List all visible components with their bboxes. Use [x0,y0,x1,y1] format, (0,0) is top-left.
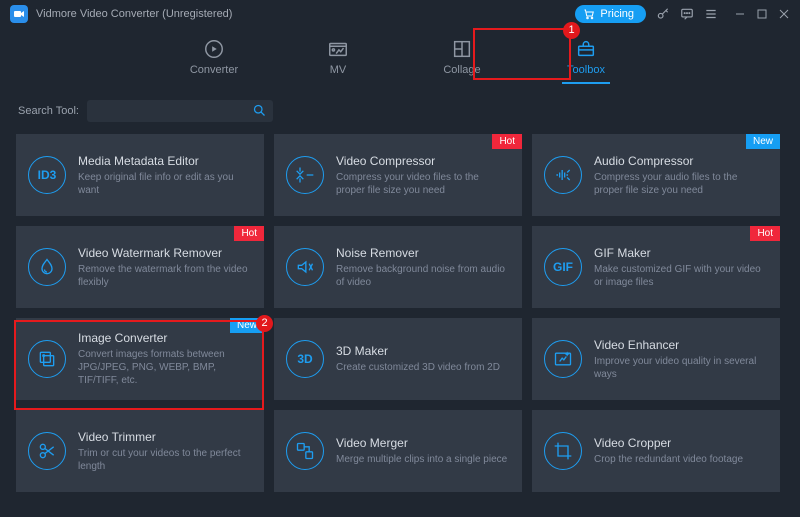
card-desc: Compress your video files to the proper … [336,171,510,197]
hot-badge: Hot [750,226,780,241]
tab-converter[interactable]: Converter [180,34,248,84]
card-desc: Remove background noise from audio of vi… [336,263,510,289]
card-image-converter[interactable]: New Image ConverterConvert images format… [16,318,264,400]
search-icon[interactable] [252,103,267,121]
image-convert-icon [28,340,66,378]
app-logo [10,5,28,23]
tab-collage[interactable]: Collage [428,34,496,84]
close-button[interactable] [778,8,790,20]
hot-badge: Hot [492,134,522,149]
card-title: Audio Compressor [594,154,768,168]
card-video-trimmer[interactable]: Video Trimmer Trim or cut your videos to … [16,410,264,492]
tab-label: MV [330,64,347,76]
tabbar: Converter MV Collage Toolbox [0,34,800,84]
merger-icon [286,432,324,470]
card-title: Video Merger [336,436,507,450]
cropper-icon [544,432,582,470]
gif-icon: GIF [544,248,582,286]
card-video-enhancer[interactable]: Video Enhancer Improve your video quality… [532,318,780,400]
card-desc: Crop the redundant video footage [594,453,743,466]
audio-compress-icon [544,156,582,194]
tab-mv[interactable]: MV [304,34,372,84]
card-desc: Trim or cut your videos to the perfect l… [78,447,252,473]
card-desc: Keep original file info or edit as you w… [78,171,252,197]
tab-label: Toolbox [567,64,605,76]
card-watermark-remover[interactable]: Hot Video Watermark Remover Remove the wa… [16,226,264,308]
card-desc: Make customized GIF with your video or i… [594,263,768,289]
id3-icon: ID3 [28,156,66,194]
compress-icon [286,156,324,194]
pricing-label: Pricing [600,8,634,20]
minimize-button[interactable] [734,8,746,20]
annotation-step-1: 1 [563,22,580,39]
converter-icon [203,38,225,60]
card-title: 3D Maker [336,344,500,358]
card-video-cropper[interactable]: Video Cropper Crop the redundant video fo… [532,410,780,492]
card-desc: Create customized 3D video from 2D [336,361,500,374]
annotation-step-2: 2 [256,315,273,332]
key-icon[interactable] [656,7,670,21]
mv-icon [327,38,349,60]
feedback-icon[interactable] [680,7,694,21]
card-desc: Compress your audio files to the proper … [594,171,768,197]
pricing-button[interactable]: Pricing [575,5,646,23]
cart-icon [583,8,595,20]
tab-label: Converter [190,64,238,76]
search-label: Search Tool: [18,105,79,117]
card-gif-maker[interactable]: Hot GIF GIF Maker Make customized GIF wit… [532,226,780,308]
tab-toolbox[interactable]: Toolbox [552,34,620,84]
toolbox-icon [575,38,597,60]
collage-icon [451,38,473,60]
card-noise-remover[interactable]: Noise Remover Remove background noise fro… [274,226,522,308]
card-title: Video Enhancer [594,338,768,352]
search-box [87,100,273,122]
card-title: Video Compressor [336,154,510,168]
card-desc: Improve your video quality in several wa… [594,355,768,381]
3d-icon: 3D [286,340,324,378]
card-video-compressor[interactable]: Hot Video Compressor Compress your video … [274,134,522,216]
maximize-button[interactable] [756,8,768,20]
card-title: Video Cropper [594,436,743,450]
search-row: Search Tool: [0,84,800,134]
noise-icon [286,248,324,286]
titlebar: Vidmore Video Converter (Unregistered) P… [0,0,800,28]
card-title: Image Converter [78,331,252,345]
menu-icon[interactable] [704,7,718,21]
card-title: Noise Remover [336,246,510,260]
card-3d-maker[interactable]: 3D 3D Maker Create customized 3D video fr… [274,318,522,400]
tool-grid: ID3 Media Metadata Editor Keep original f… [0,134,800,492]
tab-label: Collage [443,64,480,76]
trimmer-icon [28,432,66,470]
card-desc: Convert images formats between JPG/JPEG,… [78,348,252,387]
card-audio-compressor[interactable]: New Audio Compressor Compress your audio … [532,134,780,216]
app-title: Vidmore Video Converter (Unregistered) [36,8,232,20]
watermark-icon [28,248,66,286]
card-desc: Merge multiple clips into a single piece [336,453,507,466]
hot-badge: Hot [234,226,264,241]
search-input[interactable] [87,100,273,122]
card-video-merger[interactable]: Video Merger Merge multiple clips into a … [274,410,522,492]
card-title: Video Trimmer [78,430,252,444]
card-media-metadata-editor[interactable]: ID3 Media Metadata Editor Keep original f… [16,134,264,216]
enhancer-icon [544,340,582,378]
card-title: GIF Maker [594,246,768,260]
card-title: Media Metadata Editor [78,154,252,168]
card-title: Video Watermark Remover [78,246,252,260]
card-desc: Remove the watermark from the video flex… [78,263,252,289]
new-badge: New [746,134,780,149]
